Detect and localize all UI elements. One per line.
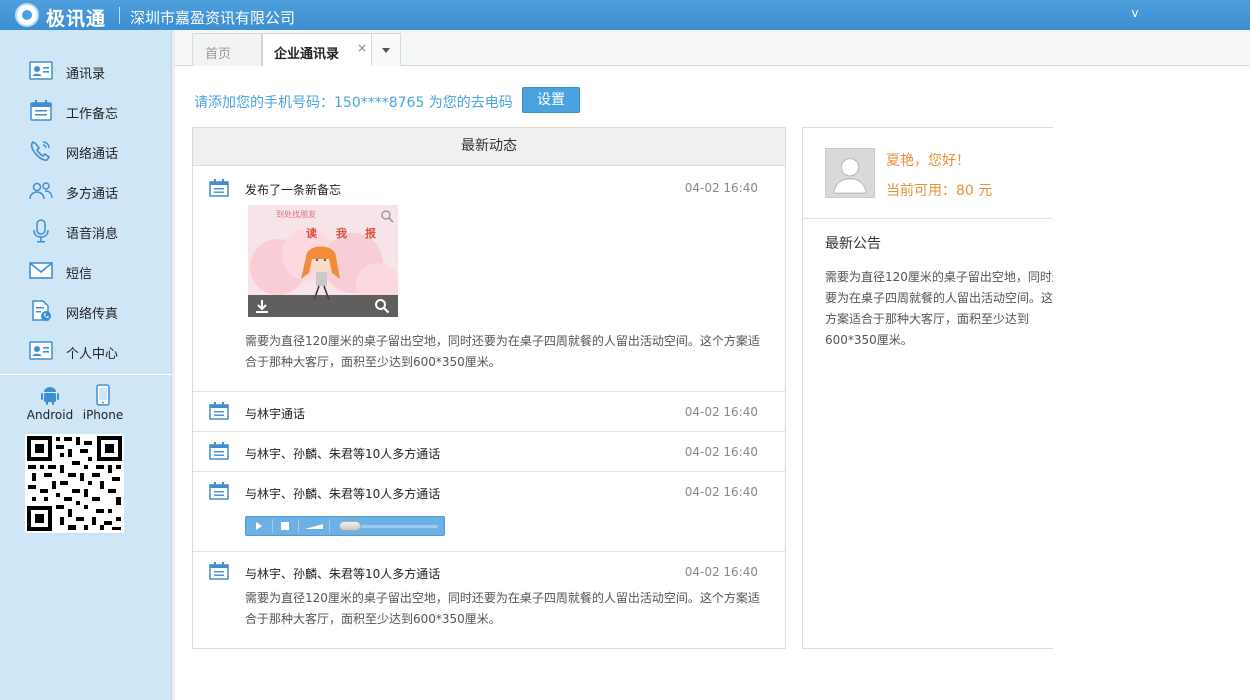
phone-number-tip: 请添加您的手机号码：150****8765 为您的去电码 (194, 95, 513, 111)
feed-item[interactable]: 与林宇、孙麟、朱君等10人多方通话 04-02 16:40 (193, 432, 785, 472)
play-icon[interactable] (251, 519, 267, 533)
notice-title: 最新公告 (825, 236, 881, 252)
audio-divider (298, 519, 299, 533)
close-icon[interactable]: × (357, 41, 367, 55)
feed-item[interactable]: 发布了一条新备忘 04-02 16:40 到处找朋友 读 我 报 需要为直径12… (193, 167, 785, 392)
microphone-icon (33, 219, 49, 243)
contact-card-icon (29, 61, 53, 80)
sidebar-item-work-memo[interactable]: 工作备忘 (0, 91, 172, 131)
sidebar-item-label: 个人中心 (66, 347, 119, 362)
main-content: 请添加您的手机号码：150****8765 为您的去电码 设置 最新动态 发布了… (175, 66, 1250, 700)
sidebar-item-sms[interactable]: 短信 (0, 251, 172, 291)
panel-divider (803, 218, 1053, 219)
feed-item[interactable]: 与林宇、孙麟、朱君等10人多方通话 04-02 16:40 需要为直径120厘米… (193, 552, 785, 648)
feed-item-title: 与林宇、孙麟、朱君等10人多方通话 (245, 567, 441, 581)
audio-progress-thumb[interactable] (338, 521, 361, 531)
setup-button[interactable]: 设置 (522, 87, 580, 113)
memo-image-word: 读 (306, 227, 317, 240)
calendar-memo-icon (209, 482, 229, 500)
feed-item-title: 发布了一条新备忘 (245, 183, 342, 197)
chevron-down-icon[interactable]: v (1128, 6, 1142, 20)
tab-enterprise-contacts[interactable]: 企业通讯录 × (262, 33, 374, 67)
sidebar-item-label: 通讯录 (66, 67, 106, 82)
device-label: iPhone (82, 408, 124, 422)
calendar-memo-icon (209, 562, 229, 580)
android-icon (41, 387, 59, 405)
memo-image-title: 到处找朋友 (276, 210, 316, 219)
calendar-memo-icon (30, 100, 52, 121)
feed-item-title: 与林宇、孙麟、朱君等10人多方通话 (245, 447, 441, 461)
sidebar-item-personal-center[interactable]: 个人中心 (0, 331, 172, 371)
tab-label: 企业通讯录 (274, 47, 340, 62)
notice-body: 需要为直径120厘米的桌子留出空地，同时还要为在桌子四周就餐的人留出活动空间。这… (825, 270, 1053, 347)
sidebar-item-voice-message[interactable]: 语音消息 (0, 211, 172, 251)
sidebar-item-label: 网络通话 (66, 147, 119, 162)
top-divider (119, 7, 120, 24)
feed-item-time: 04-02 16:40 (684, 405, 758, 419)
feed-item-time: 04-02 16:40 (684, 445, 758, 459)
feed-item-title: 与林宇、孙麟、朱君等10人多方通话 (245, 487, 441, 501)
phone-call-icon (30, 140, 51, 161)
feed-item[interactable]: 与林宇、孙麟、朱君等10人多方通话 04-02 16:40 (193, 472, 785, 552)
zoom-icon[interactable] (380, 209, 394, 223)
feed-item-time: 04-02 16:40 (684, 181, 758, 195)
sidebar-item-label: 网络传真 (66, 307, 119, 322)
envelope-icon (29, 262, 53, 279)
feed-item-description: 需要为直径120厘米的桌子留出空地，同时还要为在桌子四周就餐的人留出活动空间。这… (245, 591, 760, 626)
profile-card-icon (29, 341, 53, 360)
image-toolbar (248, 295, 398, 317)
account-balance: 当前可用：80 元 (886, 183, 993, 199)
app-logo-text: 极讯通 (46, 8, 107, 30)
tab-dropdown-button[interactable] (371, 33, 401, 66)
feed-item-title: 与林宇通话 (245, 407, 306, 421)
memo-image[interactable]: 到处找朋友 读 我 报 (248, 205, 398, 317)
search-icon[interactable] (374, 298, 390, 314)
top-bar: 极讯通 深圳市嘉盈资讯有限公司 v (0, 0, 1250, 30)
memo-image-word: 报 (365, 227, 376, 240)
device-android[interactable]: Android (25, 384, 75, 424)
audio-divider (272, 519, 273, 533)
sidebar-item-label: 多方通话 (66, 187, 119, 202)
device-iphone[interactable]: iPhone (78, 384, 128, 424)
feed-item-time: 04-02 16:40 (684, 485, 758, 499)
group-call-icon (29, 182, 53, 200)
audio-player (245, 516, 445, 536)
sidebar-item-label: 语音消息 (66, 227, 119, 242)
download-icon[interactable] (254, 298, 270, 314)
sidebar: 通讯录 工作备忘 网络通话 多方通话 语音消息 短信 网络传真 个人中心 And… (0, 30, 172, 700)
calendar-memo-icon (209, 402, 229, 420)
feed-item-description: 需要为直径120厘米的桌子留出空地，同时还要为在桌子四周就餐的人留出活动空间。这… (245, 334, 760, 369)
calendar-memo-icon (209, 442, 229, 460)
sidebar-item-label: 短信 (66, 267, 93, 282)
company-name: 深圳市嘉盈资讯有限公司 (130, 9, 296, 27)
fax-icon (32, 300, 51, 321)
audio-divider (329, 519, 330, 533)
calendar-memo-icon (209, 179, 229, 197)
iphone-icon (96, 384, 110, 406)
feed-item-time: 04-02 16:40 (684, 565, 758, 579)
tab-bar: 首页 企业通讯录 × (175, 30, 1250, 67)
sidebar-item-contacts[interactable]: 通讯录 (0, 51, 172, 91)
feed-item[interactable]: 与林宇通话 04-02 16:40 (193, 392, 785, 432)
sidebar-item-network-call[interactable]: 网络通话 (0, 131, 172, 171)
sidebar-divider (0, 374, 172, 375)
avatar (825, 148, 875, 198)
logo-icon (15, 3, 39, 27)
sidebar-item-group-call[interactable]: 多方通话 (0, 171, 172, 211)
feed-header: 最新动态 (193, 128, 785, 166)
latest-activity-panel: 最新动态 发布了一条新备忘 04-02 16:40 到处找朋友 读 我 报 需要… (192, 127, 786, 649)
memo-image-word: 我 (336, 227, 347, 240)
sidebar-item-fax[interactable]: 网络传真 (0, 291, 172, 331)
qr-code-image (25, 434, 124, 533)
device-label: Android (26, 408, 74, 422)
account-panel: 夏艳，您好！ 当前可用：80 元 最新公告 需要为直径120厘米的桌子留出空地，… (802, 127, 1053, 649)
volume-icon[interactable] (303, 519, 325, 533)
user-greeting: 夏艳，您好！ (886, 153, 970, 169)
sidebar-item-label: 工作备忘 (66, 107, 119, 122)
tab-home[interactable]: 首页 (192, 33, 262, 66)
stop-icon[interactable] (277, 519, 293, 533)
